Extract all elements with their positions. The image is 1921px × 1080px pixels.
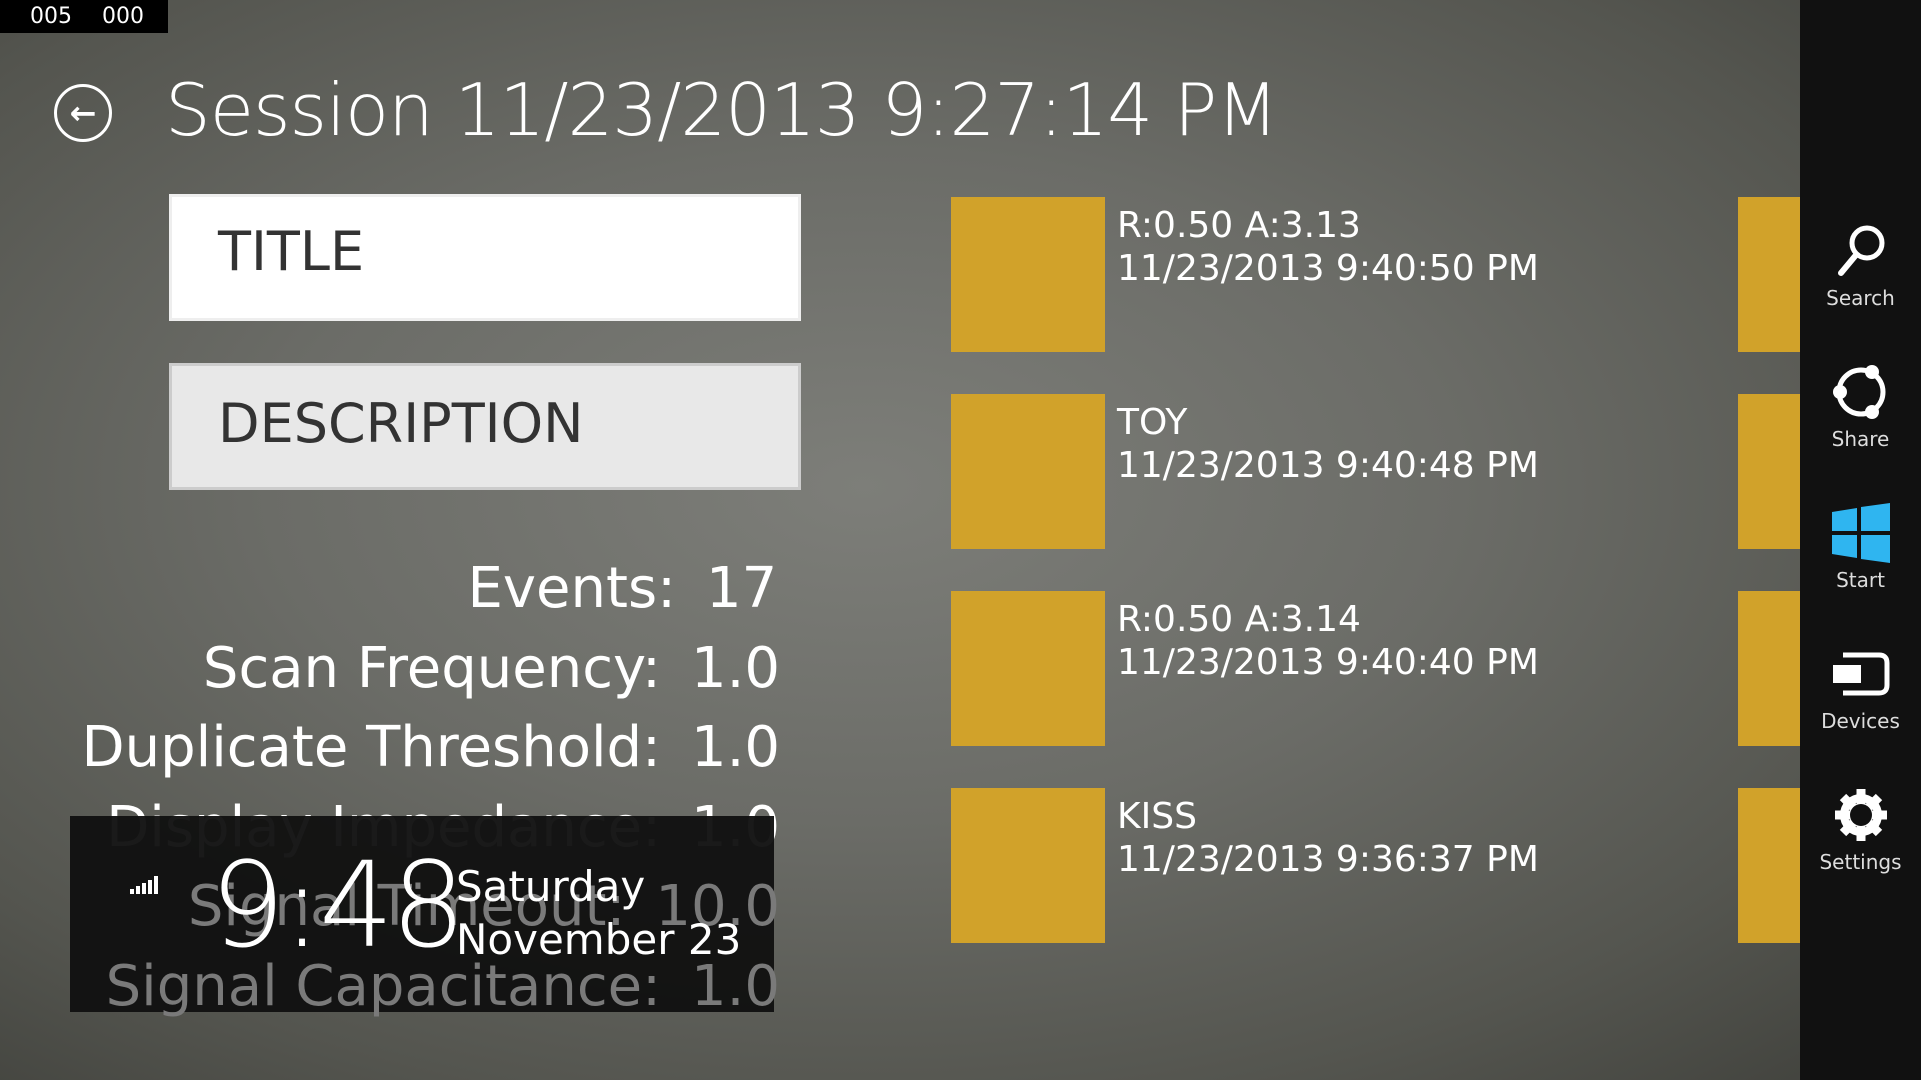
- partial-tile[interactable]: [1738, 197, 1800, 352]
- stat-label: Duplicate Threshold:: [81, 714, 661, 780]
- charm-label: Devices: [1821, 709, 1900, 733]
- stat-label: Scan Frequency:: [202, 635, 661, 701]
- event-tile[interactable]: [951, 788, 1105, 943]
- charm-label: Settings: [1819, 850, 1902, 874]
- event-time: 11/23/2013 9:40:40 PM: [1117, 642, 1539, 683]
- partial-tile[interactable]: [1738, 788, 1800, 943]
- charm-label: Start: [1836, 568, 1885, 592]
- frame-counter: 005 000: [0, 0, 168, 33]
- share-icon: [1832, 365, 1885, 419]
- stat-signal-timeout: Signal Timeout: 10.0: [0, 871, 780, 941]
- event-item[interactable]: TOY 11/23/2013 9:40:48 PM: [1117, 401, 1539, 487]
- charms-bar: Search Share Start Devices Settings: [1800, 0, 1921, 1080]
- partial-tile[interactable]: [1738, 394, 1800, 549]
- windows-logo-icon: [1831, 503, 1890, 563]
- event-time: 11/23/2013 9:40:48 PM: [1117, 445, 1539, 486]
- charm-settings[interactable]: Settings: [1800, 780, 1921, 900]
- event-time: 11/23/2013 9:40:50 PM: [1117, 248, 1539, 289]
- description-placeholder: DESCRIPTION: [218, 392, 584, 455]
- charm-search[interactable]: Search: [1800, 216, 1921, 336]
- stat-value: 10.0: [655, 873, 780, 939]
- event-name: TOY: [1117, 402, 1188, 443]
- counter-value: 005: [30, 4, 72, 29]
- stat-value: 1.0: [690, 953, 780, 1019]
- title-placeholder: TITLE: [218, 220, 365, 283]
- stat-scan-frequency: Scan Frequency: 1.0: [0, 633, 780, 703]
- stat-value: 1.0: [690, 635, 780, 701]
- stat-label: Signal Timeout:: [187, 873, 626, 939]
- devices-icon: [1832, 652, 1889, 696]
- charm-label: Share: [1831, 427, 1890, 451]
- stat-value: 1.0: [690, 714, 780, 780]
- event-item[interactable]: R:0.50 A:3.13 11/23/2013 9:40:50 PM: [1117, 204, 1539, 290]
- back-button[interactable]: ←: [54, 84, 112, 142]
- charm-share[interactable]: Share: [1800, 357, 1921, 477]
- event-item[interactable]: KISS 11/23/2013 9:36:37 PM: [1117, 795, 1539, 881]
- search-icon: [1837, 225, 1884, 276]
- stat-label: Signal Capacitance:: [105, 953, 661, 1019]
- page-title: Session 11/23/2013 9:27:14 PM: [165, 68, 1278, 152]
- event-tile[interactable]: [951, 197, 1105, 352]
- stat-label: Events:: [467, 555, 676, 621]
- description-input[interactable]: DESCRIPTION: [169, 363, 801, 490]
- stat-events: Events: 17: [0, 553, 780, 623]
- charm-label: Search: [1826, 286, 1895, 310]
- gear-icon: [1834, 789, 1887, 841]
- charm-devices[interactable]: Devices: [1800, 639, 1921, 759]
- event-name: R:0.50 A:3.14: [1117, 599, 1361, 640]
- partial-tile[interactable]: [1738, 591, 1800, 746]
- event-time: 11/23/2013 9:36:37 PM: [1117, 839, 1539, 880]
- event-tile[interactable]: [951, 591, 1105, 746]
- counter-value: 000: [102, 4, 144, 29]
- event-item[interactable]: R:0.50 A:3.14 11/23/2013 9:40:40 PM: [1117, 598, 1539, 684]
- stat-signal-capacitance: Signal Capacitance: 1.0: [0, 951, 780, 1021]
- event-tile[interactable]: [951, 394, 1105, 549]
- charm-start[interactable]: Start: [1800, 498, 1921, 618]
- stat-duplicate-threshold: Duplicate Threshold: 1.0: [0, 712, 780, 782]
- stat-value: 17: [706, 555, 778, 621]
- title-input[interactable]: TITLE: [169, 194, 801, 321]
- event-name: KISS: [1117, 796, 1197, 837]
- event-name: R:0.50 A:3.13: [1117, 205, 1361, 246]
- arrow-left-icon: ←: [69, 94, 97, 132]
